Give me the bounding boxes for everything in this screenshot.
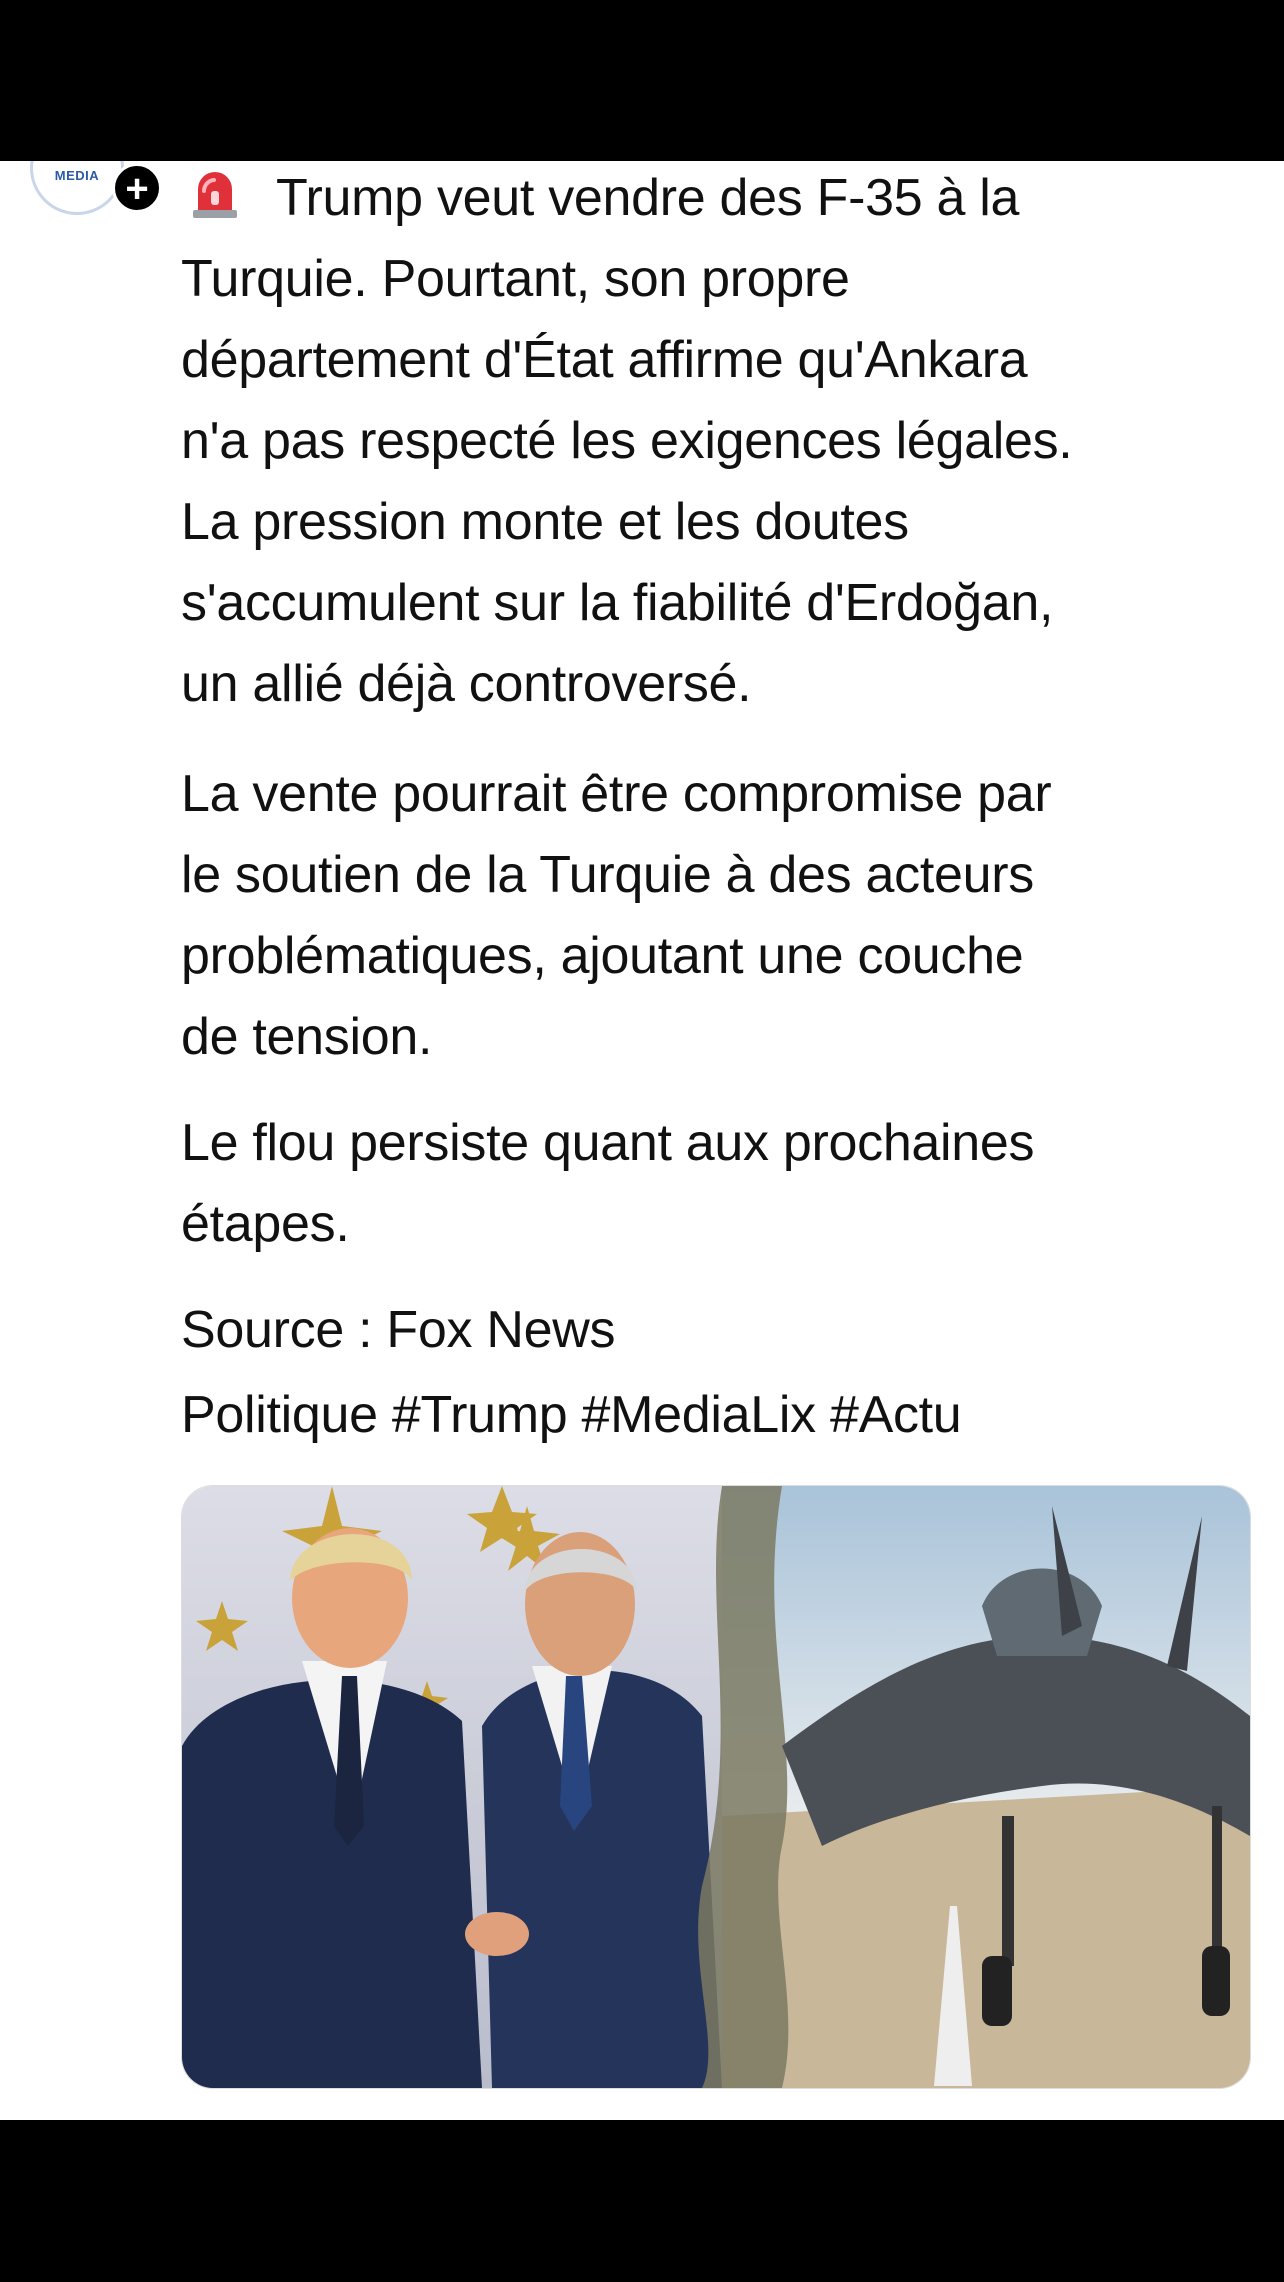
avatar[interactable]: MEDIA: [30, 161, 124, 215]
post-hashtags[interactable]: Politique #Trump #MediaLix #Actu: [181, 1375, 1261, 1456]
post-image[interactable]: [181, 1485, 1251, 2089]
post-paragraph-3: Le flou persiste quant aux prochaines ét…: [181, 1114, 1035, 1253]
post-paragraph-1: Trump veut vendre des F-35 à la Turquie.…: [181, 161, 1261, 725]
post-paragraph-2: La vente pourrait être compromise par le…: [181, 765, 1052, 1066]
post-source: Source : Fox News: [181, 1301, 616, 1359]
bottom-black-bar: [0, 2120, 1284, 2282]
follow-button[interactable]: +: [112, 163, 162, 213]
avatar-logo-text: MEDIA: [54, 168, 100, 183]
paragraph-1-rest: Turquie. Pourtant, son propre départemen…: [181, 250, 1073, 713]
photo-icon: [182, 1486, 1250, 2088]
post[interactable]: MEDIA + Trump veut vendre des F-35 à la …: [0, 161, 1284, 2120]
top-black-bar: [0, 0, 1284, 161]
paragraph-1-first-line: Trump veut vendre des F-35 à la: [276, 169, 1020, 227]
